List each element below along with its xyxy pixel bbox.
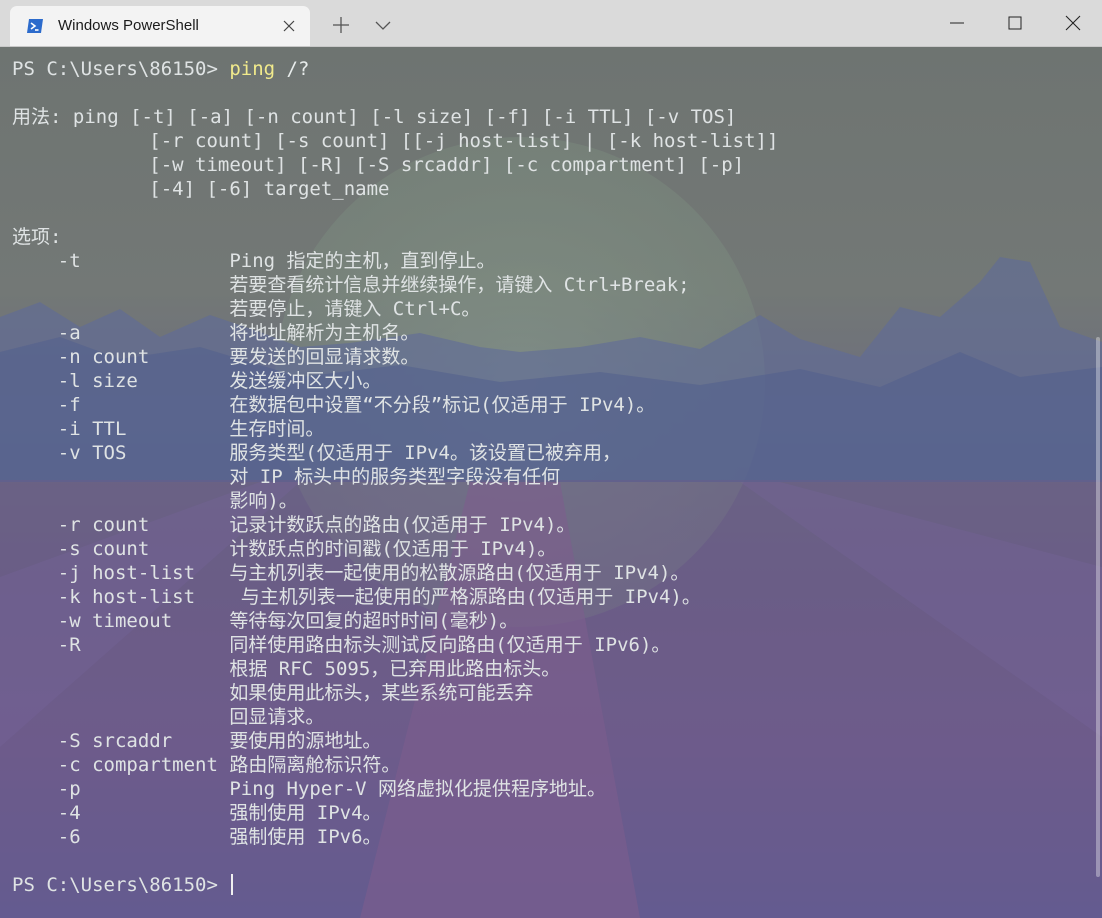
option-flag: -k host-list xyxy=(12,586,196,608)
option-flag: -6 xyxy=(12,826,81,848)
prompt-line-current: PS C:\Users\86150> xyxy=(12,873,1092,897)
vertical-scrollbar[interactable] xyxy=(1096,337,1100,877)
new-tab-plus-icon[interactable] xyxy=(330,14,352,36)
option-description: 路由隔离舱标识符。 xyxy=(229,754,401,776)
option-line: -4 强制使用 IPv4。 xyxy=(12,801,1092,825)
option-line: 若要查看统计信息并继续操作，请键入 Ctrl+Break; xyxy=(12,273,1092,297)
option-description: 记录计数跃点的路由(仅适用于 IPv4)。 xyxy=(229,514,576,536)
minimize-button[interactable] xyxy=(928,0,986,46)
option-line: -i TTL 生存时间。 xyxy=(12,417,1092,441)
usage-line: 用法: ping [-t] [-a] [-n count] [-l size] … xyxy=(12,106,737,128)
option-line: -s count 计数跃点的时间戳(仅适用于 IPv4)。 xyxy=(12,537,1092,561)
option-line: -c compartment 路由隔离舱标识符。 xyxy=(12,753,1092,777)
option-flag: -w timeout xyxy=(12,610,173,632)
option-line: -R 同样使用路由标头测试反向路由(仅适用于 IPv6)。 xyxy=(12,633,1092,657)
maximize-button[interactable] xyxy=(986,0,1044,46)
option-description: 服务类型(仅适用于 IPv4。该设置已被弃用， xyxy=(229,442,621,464)
option-line: -6 强制使用 IPv6。 xyxy=(12,825,1092,849)
option-line: -l size 发送缓冲区大小。 xyxy=(12,369,1092,393)
option-flag: -R xyxy=(12,634,81,656)
option-flag: -r count xyxy=(12,514,150,536)
command: ping xyxy=(229,58,276,80)
option-flag: -f xyxy=(12,394,81,416)
option-description: 将地址解析为主机名。 xyxy=(229,322,420,344)
tab-title: Windows PowerShell xyxy=(58,17,199,34)
chevron-down-icon[interactable] xyxy=(372,14,394,36)
options-block: -t Ping 指定的主机，直到停止。 若要查看统计信息并继续操作，请键入 Ctrl… xyxy=(12,249,1092,849)
terminal-pane[interactable]: PS C:\Users\86150> ping /? 用法: ping [-t] … xyxy=(0,47,1102,918)
option-flag: -i TTL xyxy=(12,418,127,440)
prompt: PS C:\Users\86150> xyxy=(12,58,230,80)
option-line: 根据 RFC 5095，已弃用此路由标头。 xyxy=(12,657,1092,681)
powershell-icon xyxy=(27,19,43,33)
option-flag: -n count xyxy=(12,346,150,368)
option-description: 如果使用此标头，某些系统可能丢弃 xyxy=(229,682,534,704)
option-line: -t Ping 指定的主机，直到停止。 xyxy=(12,249,1092,273)
option-line: -k host-list 与主机列表一起使用的严格源路由(仅适用于 IPv4)。 xyxy=(12,585,1092,609)
option-description: 强制使用 IPv4。 xyxy=(229,802,382,824)
option-flag: -a xyxy=(12,322,81,344)
option-line: 回显请求。 xyxy=(12,705,1092,729)
option-description: 要使用的源地址。 xyxy=(229,730,382,752)
option-description: 与主机列表一起使用的松散源路由(仅适用于 IPv4)。 xyxy=(229,562,690,584)
option-line: -r count 记录计数跃点的路由(仅适用于 IPv4)。 xyxy=(12,513,1092,537)
option-flag: -l size xyxy=(12,370,138,392)
option-line: -f 在数据包中设置“不分段”标记(仅适用于 IPv4)。 xyxy=(12,393,1092,417)
option-flag: -v TOS xyxy=(12,442,127,464)
option-line: 对 IP 标头中的服务类型字段没有任何 xyxy=(12,465,1092,489)
option-line: -j host-list 与主机列表一起使用的松散源路由(仅适用于 IPv4)。 xyxy=(12,561,1092,585)
option-description: 计数跃点的时间戳(仅适用于 IPv4)。 xyxy=(229,538,557,560)
option-flag: -s count xyxy=(12,538,150,560)
option-flag: -p xyxy=(12,778,81,800)
option-description: 生存时间。 xyxy=(229,418,325,440)
option-description: 与主机列表一起使用的严格源路由(仅适用于 IPv4)。 xyxy=(229,586,701,608)
prompt: PS C:\Users\86150> xyxy=(12,874,230,896)
option-description: 在数据包中设置“不分段”标记(仅适用于 IPv4)。 xyxy=(229,394,656,416)
option-flag: -j host-list xyxy=(12,562,196,584)
option-description: Ping 指定的主机，直到停止。 xyxy=(229,250,496,272)
option-line: -w timeout 等待每次回复的超时时间(毫秒)。 xyxy=(12,609,1092,633)
usage-block: 用法: ping [-t] [-a] [-n count] [-l size] … xyxy=(12,105,1092,201)
title-bar: Windows PowerShell xyxy=(0,0,1102,47)
close-window-button[interactable] xyxy=(1044,0,1102,46)
terminal-output: PS C:\Users\86150> ping /? 用法: ping [-t] … xyxy=(12,57,1092,897)
option-description: 根据 RFC 5095，已弃用此路由标头。 xyxy=(229,658,561,680)
option-description: 对 IP 标头中的服务类型字段没有任何 xyxy=(229,466,561,488)
option-description: 发送缓冲区大小。 xyxy=(229,370,382,392)
usage-line: [-r count] [-s count] [[-j host-list] | … xyxy=(12,130,779,152)
text-cursor xyxy=(231,874,234,895)
usage-line: [-w timeout] [-R] [-S srcaddr] [-c compa… xyxy=(12,154,745,176)
option-description: 若要查看统计信息并继续操作，请键入 Ctrl+Break; xyxy=(229,274,690,296)
option-description: 若要停止，请键入 Ctrl+C。 xyxy=(229,298,481,320)
command-args: /? xyxy=(275,58,310,80)
maximize-icon xyxy=(1008,16,1022,30)
option-description: Ping Hyper-V 网络虚拟化提供程序地址。 xyxy=(229,778,607,800)
option-description: 影响)。 xyxy=(229,490,298,512)
prompt-line: PS C:\Users\86150> ping /? xyxy=(12,57,1092,81)
option-flag: -S srcaddr xyxy=(12,730,173,752)
option-line: 若要停止，请键入 Ctrl+C。 xyxy=(12,297,1092,321)
close-tab-icon[interactable] xyxy=(282,19,296,33)
option-description: 要发送的回显请求数。 xyxy=(229,346,420,368)
option-description: 同样使用路由标头测试反向路由(仅适用于 IPv6)。 xyxy=(229,634,671,656)
options-header: 选项: xyxy=(12,226,62,248)
usage-line: [-4] [-6] target_name xyxy=(12,178,390,200)
option-description: 等待每次回复的超时时间(毫秒)。 xyxy=(229,610,519,632)
option-line: -n count 要发送的回显请求数。 xyxy=(12,345,1092,369)
option-flag: -c compartment xyxy=(12,754,218,776)
option-line: -S srcaddr 要使用的源地址。 xyxy=(12,729,1092,753)
option-line: 影响)。 xyxy=(12,489,1092,513)
option-line: -v TOS 服务类型(仅适用于 IPv4。该设置已被弃用， xyxy=(12,441,1092,465)
option-line: 如果使用此标头，某些系统可能丢弃 xyxy=(12,681,1092,705)
option-flag: -t xyxy=(12,250,81,272)
option-description: 回显请求。 xyxy=(229,706,325,728)
option-description: 强制使用 IPv6。 xyxy=(229,826,382,848)
option-line: -a 将地址解析为主机名。 xyxy=(12,321,1092,345)
option-flag: -4 xyxy=(12,802,81,824)
tab-windows-powershell[interactable]: Windows PowerShell xyxy=(10,6,310,46)
minimize-icon xyxy=(950,22,964,24)
close-icon xyxy=(1065,15,1081,31)
option-line: -p Ping Hyper-V 网络虚拟化提供程序地址。 xyxy=(12,777,1092,801)
